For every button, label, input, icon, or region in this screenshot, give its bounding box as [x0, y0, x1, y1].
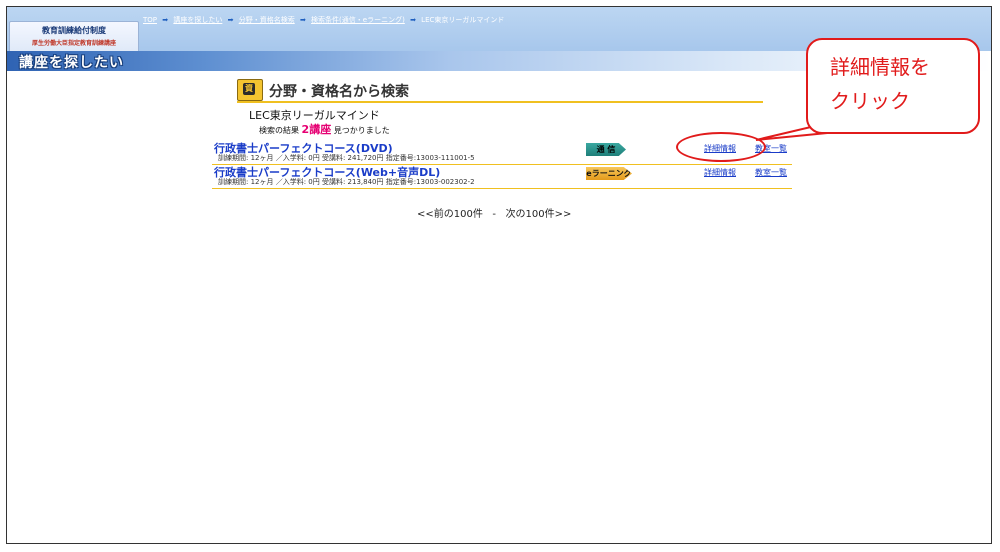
annotation-callout: 詳細情報を クリック	[806, 38, 980, 134]
result-count: 検索の結果 2講座 見つかりました	[259, 121, 390, 137]
arrow-right-icon: ➡	[162, 16, 169, 24]
site-logo[interactable]: 教育訓練給付制度 厚生労働大臣指定教育訓練講座	[9, 21, 139, 53]
prev-page-link[interactable]: <<前の100件	[417, 209, 483, 220]
breadcrumb-current: LEC東京リーガルマインド	[421, 16, 505, 24]
breadcrumb-field-search[interactable]: 分野・資格名検索	[239, 16, 295, 24]
detail-info-link[interactable]: 詳細情報	[704, 167, 736, 178]
pagination: <<前の100件 - 次の100件>>	[417, 205, 571, 220]
course-info: 訓練期間: 12ヶ月 ／入学料: 0円 受講料: 241,720円 指定番号:1…	[218, 154, 475, 162]
breadcrumb-find-course[interactable]: 講座を探したい	[173, 16, 222, 24]
arrow-right-icon: ➡	[410, 16, 416, 24]
breadcrumb-search-conditions[interactable]: 検索条件(通信・eラーニング)	[311, 16, 405, 24]
breadcrumb-top[interactable]: TOP	[143, 16, 157, 24]
classroom-list-link[interactable]: 教室一覧	[755, 167, 787, 178]
arrow-right-icon: ➡	[299, 16, 306, 24]
breadcrumb: TOP ➡ 講座を探したい ➡ 分野・資格名検索 ➡ 検索条件(通信・eラーニン…	[143, 15, 504, 25]
next-page-link[interactable]: 次の100件>>	[506, 209, 572, 220]
page-title: 講座を探したい	[19, 55, 124, 71]
search-category-icon: 資	[237, 79, 263, 101]
search-heading-text: 分野・資格名から検索	[269, 84, 409, 100]
result-suffix: 見つかりました	[333, 126, 390, 135]
result-prefix: 検索の結果	[259, 126, 299, 135]
callout-text: 詳細情報を クリック	[830, 55, 930, 113]
result-number: 2講座	[301, 123, 332, 136]
pager-separator: -	[492, 209, 497, 220]
logo-subtitle: 厚生労働大臣指定教育訓練講座	[31, 40, 116, 47]
search-heading: 資 分野・資格名から検索	[237, 79, 763, 103]
correspondence-badge: 通 信	[586, 143, 626, 156]
highlight-ellipse	[676, 132, 766, 162]
elearning-badge: eラーニング	[586, 167, 632, 180]
course-info: 訓練期間: 12ヶ月 ／入学料: 0円 受講料: 213,840円 指定番号:1…	[218, 178, 475, 186]
logo-title: 教育訓練給付制度	[42, 26, 106, 35]
course-row: 行政書士パーフェクトコース(Web+音声DL) 訓練期間: 12ヶ月 ／入学料:…	[212, 164, 792, 189]
arrow-right-icon: ➡	[227, 16, 234, 24]
